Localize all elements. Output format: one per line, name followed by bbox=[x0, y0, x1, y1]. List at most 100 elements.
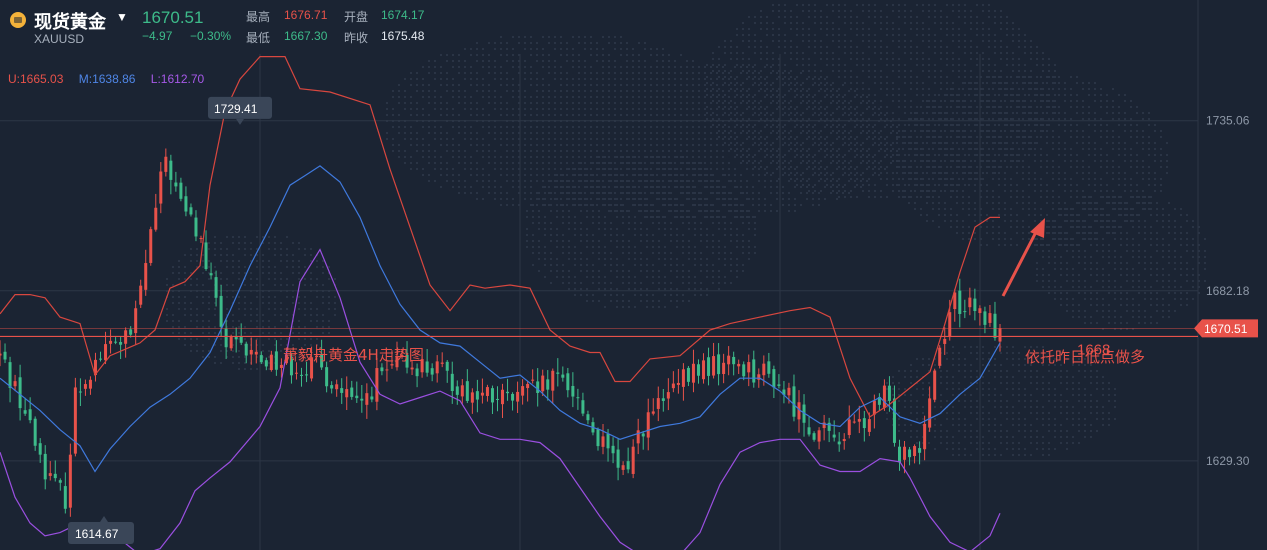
map-dot bbox=[580, 168, 582, 170]
map-dot bbox=[580, 270, 582, 272]
map-dot bbox=[764, 108, 766, 110]
map-dot bbox=[556, 270, 558, 272]
map-dot bbox=[842, 174, 844, 176]
map-dot bbox=[904, 112, 906, 114]
map-dot bbox=[940, 112, 942, 114]
map-dot bbox=[908, 196, 910, 198]
map-dot bbox=[494, 78, 496, 80]
map-dot bbox=[1042, 112, 1044, 114]
map-dot bbox=[1036, 52, 1038, 54]
map-dot bbox=[904, 160, 906, 162]
map-dot bbox=[796, 148, 798, 150]
map-dot bbox=[1100, 106, 1102, 108]
map-dot bbox=[944, 130, 946, 132]
map-dot bbox=[614, 162, 616, 164]
map-dot bbox=[656, 60, 658, 62]
map-dot bbox=[668, 96, 670, 98]
map-dot bbox=[664, 222, 666, 224]
map-dot bbox=[494, 108, 496, 110]
map-dot bbox=[638, 180, 640, 182]
map-dot bbox=[874, 106, 876, 108]
map-dot bbox=[598, 270, 600, 272]
map-dot bbox=[644, 90, 646, 92]
map-dot bbox=[844, 196, 846, 198]
map-dot bbox=[814, 136, 816, 138]
map-dot bbox=[892, 190, 894, 192]
map-dot bbox=[974, 238, 976, 240]
map-dot bbox=[862, 190, 864, 192]
map-dot bbox=[944, 160, 946, 162]
map-dot bbox=[500, 168, 502, 170]
map-dot bbox=[1064, 232, 1066, 234]
map-dot bbox=[868, 166, 870, 168]
map-dot bbox=[652, 270, 654, 272]
map-dot bbox=[790, 178, 792, 180]
map-dot bbox=[452, 114, 454, 116]
map-dot bbox=[592, 240, 594, 242]
map-dot bbox=[416, 150, 418, 152]
map-dot bbox=[836, 126, 838, 128]
map-dot bbox=[992, 232, 994, 234]
map-dot bbox=[866, 126, 868, 128]
map-dot bbox=[1106, 190, 1108, 192]
map-dot bbox=[844, 130, 846, 132]
map-dot bbox=[772, 130, 774, 132]
map-dot bbox=[1106, 130, 1108, 132]
map-dot bbox=[1012, 130, 1014, 132]
map-dot bbox=[814, 10, 816, 12]
map-dot bbox=[742, 94, 744, 96]
map-dot bbox=[1030, 52, 1032, 54]
map-dot bbox=[832, 4, 834, 6]
map-dot bbox=[1064, 238, 1066, 240]
map-dot bbox=[1088, 142, 1090, 144]
map-dot bbox=[872, 138, 874, 140]
map-dot bbox=[928, 94, 930, 96]
map-dot bbox=[608, 138, 610, 140]
map-dot bbox=[608, 180, 610, 182]
map-dot bbox=[1064, 178, 1066, 180]
map-dot bbox=[1010, 76, 1012, 78]
map-dot bbox=[398, 102, 400, 104]
map-dot bbox=[838, 166, 840, 168]
map-dot bbox=[650, 132, 652, 134]
map-dot bbox=[944, 172, 946, 174]
map-dot bbox=[946, 34, 948, 36]
map-dot bbox=[928, 190, 930, 192]
map-dot bbox=[766, 46, 768, 48]
map-dot bbox=[688, 276, 690, 278]
map-dot bbox=[580, 180, 582, 182]
map-dot bbox=[982, 172, 984, 174]
map-dot bbox=[824, 90, 826, 92]
map-dot bbox=[616, 156, 618, 158]
map-dot bbox=[1018, 58, 1020, 60]
map-dot bbox=[910, 106, 912, 108]
map-dot bbox=[910, 148, 912, 150]
map-dot bbox=[1042, 94, 1044, 96]
map-dot bbox=[944, 202, 946, 204]
map-dot bbox=[1030, 142, 1032, 144]
map-dot bbox=[610, 222, 612, 224]
map-dot bbox=[566, 168, 568, 170]
map-dot bbox=[698, 96, 700, 98]
map-dot bbox=[500, 126, 502, 128]
map-dot bbox=[902, 166, 904, 168]
map-dot bbox=[838, 94, 840, 96]
map-dot bbox=[416, 78, 418, 80]
map-dot bbox=[1028, 136, 1030, 138]
map-dot bbox=[778, 10, 780, 12]
map-dot bbox=[524, 186, 526, 188]
map-dot bbox=[958, 100, 960, 102]
map-dot bbox=[758, 108, 760, 110]
map-dot bbox=[562, 240, 564, 242]
map-dot bbox=[716, 102, 718, 104]
map-dot bbox=[470, 174, 472, 176]
map-dot bbox=[1022, 82, 1024, 84]
map-dot bbox=[938, 154, 940, 156]
map-dot bbox=[1082, 136, 1084, 138]
map-dot bbox=[704, 132, 706, 134]
map-dot bbox=[652, 300, 654, 302]
map-dot bbox=[994, 46, 996, 48]
map-dot bbox=[956, 214, 958, 216]
map-dot bbox=[536, 180, 538, 182]
map-dot bbox=[818, 180, 820, 182]
